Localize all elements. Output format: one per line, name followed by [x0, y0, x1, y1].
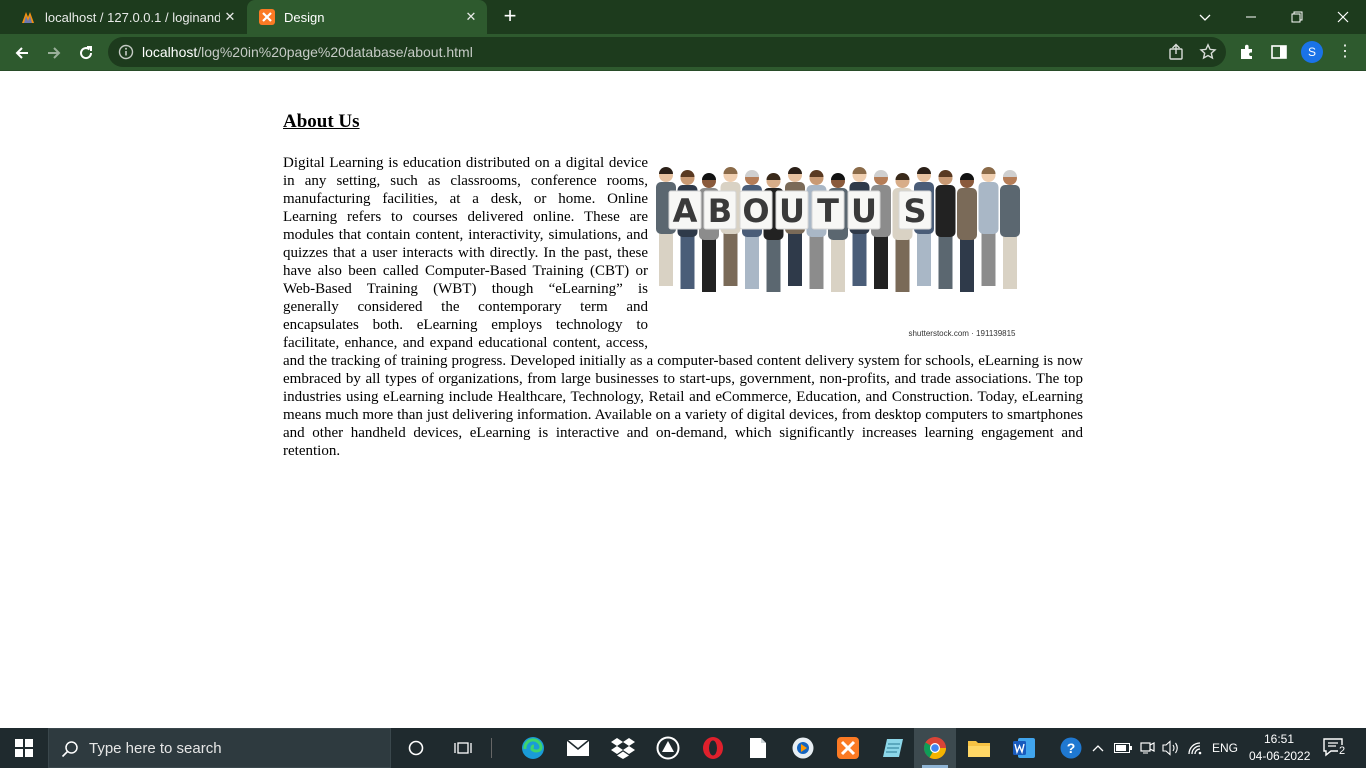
svg-text:O: O [742, 192, 769, 230]
word-icon[interactable] [1010, 734, 1038, 762]
about-us-letters: ABOUTUS [668, 190, 932, 230]
language-indicator[interactable]: ENG [1212, 741, 1238, 755]
arrow-left-icon [15, 47, 28, 59]
forward-button[interactable] [40, 39, 68, 67]
meet-now-icon[interactable] [1136, 734, 1158, 762]
svg-text:?: ? [1067, 740, 1076, 756]
dropbox-icon[interactable] [609, 734, 637, 762]
chrome-icon[interactable] [921, 734, 949, 762]
url-text[interactable]: localhost/log%20in%20page%20database/abo… [142, 44, 473, 60]
taskbar-search[interactable]: Type here to search [48, 728, 391, 768]
start-button[interactable] [0, 728, 48, 768]
minimize-icon [1246, 16, 1256, 18]
close-icon[interactable]: ✕ [461, 9, 481, 25]
taskbar-separator [489, 734, 495, 762]
svg-text:A: A [673, 192, 698, 230]
tab-design[interactable]: Design ✕ [247, 0, 487, 34]
search-icon [61, 741, 78, 758]
url-host: localhost [142, 44, 198, 60]
reload-icon [80, 46, 93, 60]
notification-count: 2 [1338, 745, 1347, 757]
tab-phpmyadmin[interactable]: localhost / 127.0.0.1 / loginandre ✕ [8, 0, 246, 34]
person [957, 173, 977, 292]
restore-button[interactable] [1274, 0, 1320, 34]
letter-card: U [775, 190, 809, 230]
extensions-icon[interactable] [1238, 43, 1256, 61]
windows-icon [15, 739, 33, 757]
about-page: About Us ABOUTUS shutterstock.com · 1911… [283, 108, 1083, 460]
svg-text:B: B [708, 192, 732, 230]
clock-date[interactable]: 04-06-2022 [1249, 749, 1310, 763]
restore-icon [1291, 11, 1303, 23]
page-title: About Us [283, 111, 360, 132]
person [935, 170, 956, 289]
chevron-up-icon[interactable] [1088, 734, 1108, 762]
volume-icon[interactable] [1160, 734, 1182, 762]
close-window-button[interactable] [1320, 0, 1366, 34]
info-icon[interactable] [118, 44, 134, 60]
about-us-photo: ABOUTUS shutterstock.com · 191139815 [656, 167, 1020, 338]
address-bar[interactable]: localhost/log%20in%20page%20database/abo… [108, 37, 1226, 67]
side-panel-icon[interactable] [1270, 43, 1288, 61]
svg-text:T: T [817, 192, 839, 230]
person [1000, 170, 1020, 289]
svg-text:S: S [903, 192, 926, 230]
edge-icon[interactable] [519, 734, 547, 762]
notepad-icon[interactable] [879, 734, 907, 762]
new-tab-button[interactable]: + [497, 4, 523, 30]
close-icon [1337, 11, 1349, 23]
search-placeholder: Type here to search [89, 740, 222, 757]
tab-strip: localhost / 127.0.0.1 / loginandre ✕ Des… [0, 0, 1366, 34]
svg-text:U: U [851, 192, 877, 230]
app-icon[interactable] [654, 734, 682, 762]
letter-card: B [703, 190, 737, 230]
letter-card: U [847, 190, 881, 230]
letter-card: S [898, 190, 932, 230]
arrow-right-icon [48, 47, 61, 59]
svg-text:U: U [779, 192, 805, 230]
minimize-button[interactable] [1228, 0, 1274, 34]
share-icon[interactable] [1167, 43, 1185, 61]
opera-icon[interactable] [699, 734, 727, 762]
about-us-image: ABOUTUS shutterstock.com · 191139815 [648, 154, 1083, 350]
back-button[interactable] [8, 39, 36, 67]
star-icon[interactable] [1199, 43, 1217, 61]
taskbar: Type here to search ? ENG 16:51 04-06-20… [0, 728, 1366, 768]
image-credit: shutterstock.com · 191139815 [908, 329, 1016, 338]
letter-card: O [739, 190, 773, 230]
url-path: /log%20in%20page%20database/about.html [197, 44, 473, 60]
file-explorer-icon[interactable] [965, 734, 993, 762]
close-icon[interactable]: ✕ [220, 9, 240, 25]
menu-icon[interactable]: ⋮ [1337, 43, 1353, 61]
media-app-icon[interactable] [789, 734, 817, 762]
help-icon[interactable]: ? [1057, 734, 1085, 762]
file-icon[interactable] [744, 734, 772, 762]
tab-search-button[interactable] [1182, 0, 1228, 34]
letter-card: T [811, 190, 845, 230]
mail-icon[interactable] [564, 734, 592, 762]
wifi-icon[interactable] [1184, 734, 1206, 762]
xampp-icon [259, 9, 275, 25]
phpmyadmin-icon [22, 12, 34, 23]
tab-title: Design [284, 9, 325, 25]
reload-button[interactable] [72, 39, 100, 67]
person [978, 167, 999, 286]
about-article: ABOUTUS shutterstock.com · 191139815 Dig… [283, 154, 1083, 460]
xampp-taskbar-icon[interactable] [834, 734, 862, 762]
tab-title: localhost / 127.0.0.1 / loginandre [45, 9, 220, 25]
task-view-icon[interactable] [449, 734, 477, 762]
profile-avatar[interactable]: S [1301, 41, 1323, 63]
letter-card: A [668, 190, 702, 230]
battery-icon[interactable] [1112, 734, 1134, 762]
browser-toolbar: localhost/log%20in%20page%20database/abo… [0, 34, 1366, 71]
clock-time[interactable]: 16:51 [1264, 732, 1294, 746]
chevron-down-icon [1199, 14, 1211, 21]
cortana-icon[interactable] [402, 734, 430, 762]
